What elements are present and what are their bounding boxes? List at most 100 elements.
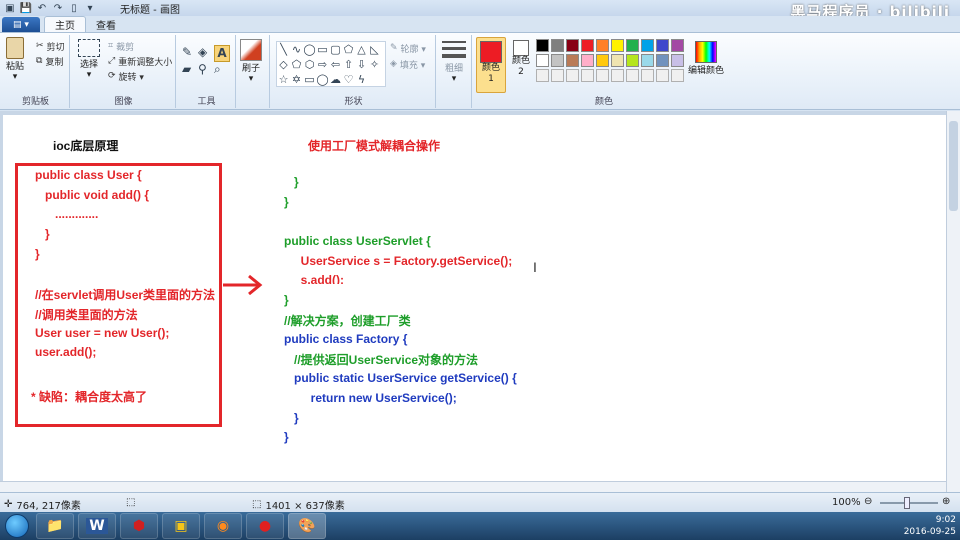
- polygon-shape-icon[interactable]: ⬠: [342, 42, 355, 57]
- down-arrow-shape-icon[interactable]: ⇩: [355, 57, 368, 72]
- palette-swatch-empty[interactable]: [566, 69, 579, 82]
- palette-swatch[interactable]: [641, 39, 654, 52]
- color-picker-icon[interactable]: ⚲: [198, 62, 214, 79]
- paint-menu-button[interactable]: ▤ ▾: [2, 17, 40, 32]
- shapes-gallery[interactable]: ╲ ∿ ◯ ▭ ▢ ⬠ △ ◺ ◇ ⬠ ⬡ ⇨ ⇦ ⇧ ⇩ ✧ ☆ ✡ ▭ ◯ …: [276, 41, 386, 87]
- zoom-in-button[interactable]: ⊕: [942, 496, 950, 507]
- six-point-star-icon[interactable]: ✡: [290, 72, 303, 87]
- palette-swatch[interactable]: [551, 54, 564, 67]
- edit-colors-button[interactable]: 编辑颜色: [688, 41, 724, 76]
- brushes-button[interactable]: 刷子 ▾: [240, 39, 262, 84]
- line-shape-icon[interactable]: ╲: [277, 42, 290, 57]
- left-arrow-shape-icon[interactable]: ⇦: [329, 57, 342, 72]
- taskbar-app[interactable]: ⬢: [120, 513, 158, 539]
- vertical-scrollbar[interactable]: [946, 111, 960, 492]
- pentagon-shape-icon[interactable]: ⬠: [290, 57, 303, 72]
- color2-button[interactable]: 颜色 2: [510, 40, 532, 78]
- oval-shape-icon[interactable]: ◯: [303, 42, 316, 57]
- rectangle-shape-icon[interactable]: ▭: [316, 42, 329, 57]
- outline-button[interactable]: ✎ 轮廓 ▾: [390, 41, 426, 55]
- redo-icon[interactable]: ↷: [52, 2, 64, 14]
- text-tool-icon[interactable]: A: [214, 45, 230, 62]
- copy-button[interactable]: ⧉ 复制: [36, 54, 63, 68]
- five-point-star-icon[interactable]: ☆: [277, 72, 290, 87]
- fill-button[interactable]: ◈ 填充 ▾: [390, 57, 425, 71]
- palette-swatch[interactable]: [641, 54, 654, 67]
- paste-dropdown-icon[interactable]: ▾: [13, 72, 18, 82]
- select-dropdown-icon[interactable]: ▾: [87, 70, 92, 80]
- palette-swatch[interactable]: [626, 39, 639, 52]
- palette-swatch-empty[interactable]: [671, 69, 684, 82]
- palette-swatch[interactable]: [536, 54, 549, 67]
- color1-button[interactable]: 颜色 1: [476, 37, 506, 93]
- palette-swatch-empty[interactable]: [626, 69, 639, 82]
- magnifier-icon[interactable]: ⌕: [214, 62, 230, 79]
- rounded-rect-shape-icon[interactable]: ▢: [329, 42, 342, 57]
- palette-swatch[interactable]: [596, 54, 609, 67]
- triangle-shape-icon[interactable]: △: [355, 42, 368, 57]
- zoom-slider-thumb[interactable]: [904, 497, 910, 509]
- taskbar-explorer[interactable]: 📁: [36, 513, 74, 539]
- palette-swatch-empty[interactable]: [596, 69, 609, 82]
- palette-swatch[interactable]: [656, 54, 669, 67]
- taskbar-media[interactable]: ●: [246, 513, 284, 539]
- crop-button[interactable]: ⌗ 裁剪: [108, 39, 134, 53]
- cut-button[interactable]: ✂ 剪切: [36, 39, 65, 53]
- pencil-icon[interactable]: ✎: [182, 45, 198, 62]
- taskbar-word[interactable]: W: [78, 513, 116, 539]
- horizontal-scrollbar[interactable]: [0, 481, 946, 492]
- palette-swatch-empty[interactable]: [581, 69, 594, 82]
- palette-swatch[interactable]: [611, 39, 624, 52]
- save-icon[interactable]: 💾: [20, 2, 32, 14]
- brushes-dropdown-icon[interactable]: ▾: [249, 74, 254, 84]
- clock-date[interactable]: 2016-09-25: [904, 526, 956, 538]
- heart-shape-icon[interactable]: ♡: [342, 72, 355, 87]
- callout-rect-icon[interactable]: ▭: [303, 72, 316, 87]
- taskbar-firefox[interactable]: ◉: [204, 513, 242, 539]
- right-triangle-shape-icon[interactable]: ◺: [368, 42, 381, 57]
- palette-swatch[interactable]: [581, 54, 594, 67]
- eraser-icon[interactable]: ▰: [182, 62, 198, 79]
- undo-icon[interactable]: ↶: [36, 2, 48, 14]
- new-file-icon[interactable]: ▯: [68, 2, 80, 14]
- palette-swatch[interactable]: [671, 39, 684, 52]
- callout-oval-icon[interactable]: ◯: [316, 72, 329, 87]
- palette-swatch[interactable]: [626, 54, 639, 67]
- diamond-shape-icon[interactable]: ◇: [277, 57, 290, 72]
- clock-time[interactable]: 9:02: [904, 514, 956, 526]
- tab-home[interactable]: 主页: [44, 16, 86, 32]
- hexagon-shape-icon[interactable]: ⬡: [303, 57, 316, 72]
- size-button[interactable]: 粗细 ▾: [442, 41, 466, 84]
- fill-bucket-icon[interactable]: ◈: [198, 45, 214, 62]
- start-button[interactable]: [0, 512, 34, 540]
- palette-swatch[interactable]: [536, 39, 549, 52]
- palette-swatch-empty[interactable]: [656, 69, 669, 82]
- select-button[interactable]: 选择 ▾: [78, 37, 100, 80]
- palette-swatch[interactable]: [671, 54, 684, 67]
- zoom-out-button[interactable]: ⊖: [864, 496, 872, 507]
- up-arrow-shape-icon[interactable]: ⇧: [342, 57, 355, 72]
- paste-button[interactable]: 粘贴 ▾: [6, 37, 24, 82]
- rotate-button[interactable]: ⟳ 旋转 ▾: [108, 69, 144, 83]
- palette-swatch[interactable]: [566, 39, 579, 52]
- right-arrow-shape-icon[interactable]: ⇨: [316, 57, 329, 72]
- lightning-shape-icon[interactable]: ϟ: [355, 72, 368, 87]
- palette-swatch-empty[interactable]: [611, 69, 624, 82]
- resize-button[interactable]: ⤢ 重新调整大小: [108, 54, 172, 68]
- palette-swatch[interactable]: [611, 54, 624, 67]
- taskbar-paint[interactable]: 🎨: [288, 513, 326, 539]
- zoom-slider[interactable]: [880, 497, 938, 509]
- drawing-canvas[interactable]: ioc底层原理 使用工厂模式解耦合操作 public class User { …: [3, 115, 946, 481]
- tab-view[interactable]: 查看: [86, 16, 126, 32]
- four-point-star-icon[interactable]: ✧: [368, 57, 381, 72]
- taskbar-recorder[interactable]: ▣: [162, 513, 200, 539]
- size-dropdown-icon[interactable]: ▾: [452, 74, 457, 84]
- vertical-scroll-thumb[interactable]: [949, 121, 958, 211]
- curve-shape-icon[interactable]: ∿: [290, 42, 303, 57]
- callout-cloud-icon[interactable]: ☁: [329, 72, 342, 87]
- palette-swatch-empty[interactable]: [551, 69, 564, 82]
- palette-swatch[interactable]: [596, 39, 609, 52]
- palette-swatch[interactable]: [551, 39, 564, 52]
- quick-access-dropdown-icon[interactable]: ▾: [84, 2, 96, 14]
- palette-swatch[interactable]: [656, 39, 669, 52]
